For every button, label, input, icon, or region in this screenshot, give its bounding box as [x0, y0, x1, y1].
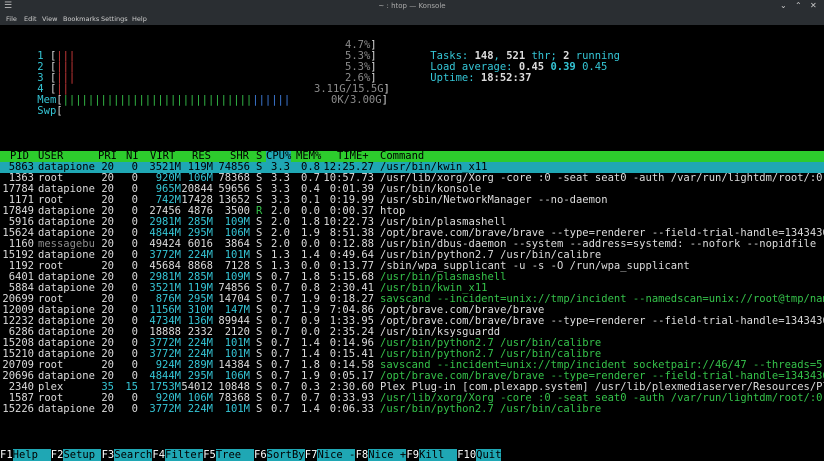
maximize-icon[interactable]: ⌃ [795, 1, 802, 10]
fkey-key: F4 [152, 449, 166, 461]
fkey-f6[interactable]: F6SortBy [254, 449, 305, 461]
cell-user: datapione [38, 403, 95, 415]
menu-bar: File Edit View Bookmarks Settings Help [0, 13, 824, 25]
cell-pri: 20 [101, 403, 114, 415]
fkey-key: F6 [254, 449, 267, 461]
fkey-label: Quit [476, 449, 502, 461]
menu-settings[interactable]: Settings [101, 15, 128, 23]
fkey-key: F8 [355, 449, 369, 461]
cell-res: 224M [187, 403, 213, 415]
uptime: Uptime: 18:52:37 [430, 72, 532, 84]
menu-edit[interactable]: Edit [24, 15, 37, 23]
cell-ni: 0 [131, 403, 138, 415]
process-row[interactable]: 15226 datapione 20 0 3772M 224M 101M S 0.7 1.4 0:0… [0, 404, 824, 415]
cell-virt: 3772M [149, 403, 181, 415]
cell-command: /usr/bin/python2.7 /usr/bin/calibre [380, 403, 602, 415]
cell-pid: 15226 [2, 403, 34, 415]
fkey-key: F3 [101, 449, 115, 461]
cell-cpu: 0.7 [271, 403, 290, 415]
minimize-icon[interactable]: ⌄ [780, 1, 787, 10]
swap-meter-value: 0K/3.00G] [331, 94, 388, 106]
swap-meter: Swp[ [37, 105, 63, 117]
fkey-f9[interactable]: F9Kill [406, 449, 457, 461]
function-key-bar: F1Help F2Setup F3Search F4Filter F5Tree F6… [0, 449, 824, 461]
cell-shr: 101M [224, 403, 250, 415]
fkey-f8[interactable]: F8Nice + [355, 449, 407, 461]
fkey-f10[interactable]: F10Quit [457, 449, 502, 461]
cell-time: 0:06.33 [329, 403, 374, 415]
cell-command: /usr/sbin/NetworkManager --no-daemon [380, 194, 608, 206]
process-row[interactable]: 1171 root 20 0 742M 17428 13652 S 3.3 0.1 0:19.99/… [0, 195, 824, 206]
fkey-key: F1 [0, 449, 13, 461]
cell-mem: 1.4 [301, 403, 320, 415]
fkey-label: Filter [165, 449, 203, 461]
menu-help[interactable]: Help [132, 15, 147, 23]
fkey-key: F2 [50, 449, 64, 461]
fkey-f7[interactable]: F7Nice - [304, 449, 356, 461]
fkey-key: F10 [457, 449, 477, 461]
fkey-label: Help [12, 449, 51, 461]
window-title: ~ : htop — Konsole [378, 2, 446, 10]
fkey-f3[interactable]: F3Search [101, 449, 153, 461]
fkey-label: Kill [419, 449, 457, 461]
fkey-f2[interactable]: F2Setup [50, 449, 102, 461]
terminal-area[interactable]: 1 [||| 4.7%] 2 [||| 5.3%] 3 [||| 5.3%] 4… [0, 25, 824, 461]
fkey-f1[interactable]: F1Help [0, 449, 51, 461]
fkey-key: F7 [304, 449, 318, 461]
fkey-label: Tree [215, 449, 254, 461]
fkey-key: F5 [203, 449, 216, 461]
menu-bookmarks[interactable]: Bookmarks [63, 15, 99, 23]
fkey-key: F9 [406, 449, 420, 461]
menu-view[interactable]: View [42, 15, 57, 23]
fkey-label: SortBy [266, 449, 305, 461]
fkey-f4[interactable]: F4Filter [152, 449, 203, 461]
menu-file[interactable]: File [6, 15, 17, 23]
fkey-label: Setup [63, 449, 102, 461]
fkey-label: Nice - [317, 449, 356, 461]
fkey-label: Nice + [368, 449, 407, 461]
process-list: 5863 datapione 20 0 3521M 119M 74856 S 3.3 0.8 12:… [0, 162, 824, 415]
window-titlebar: ☰ ~ : htop — Konsole ⌄ ⌃ ✕ [0, 0, 824, 13]
cell-state: S [256, 403, 263, 415]
fkey-label: Search [114, 449, 153, 461]
close-icon[interactable]: ✕ [810, 1, 817, 10]
fkey-f5[interactable]: F5Tree [203, 449, 254, 461]
